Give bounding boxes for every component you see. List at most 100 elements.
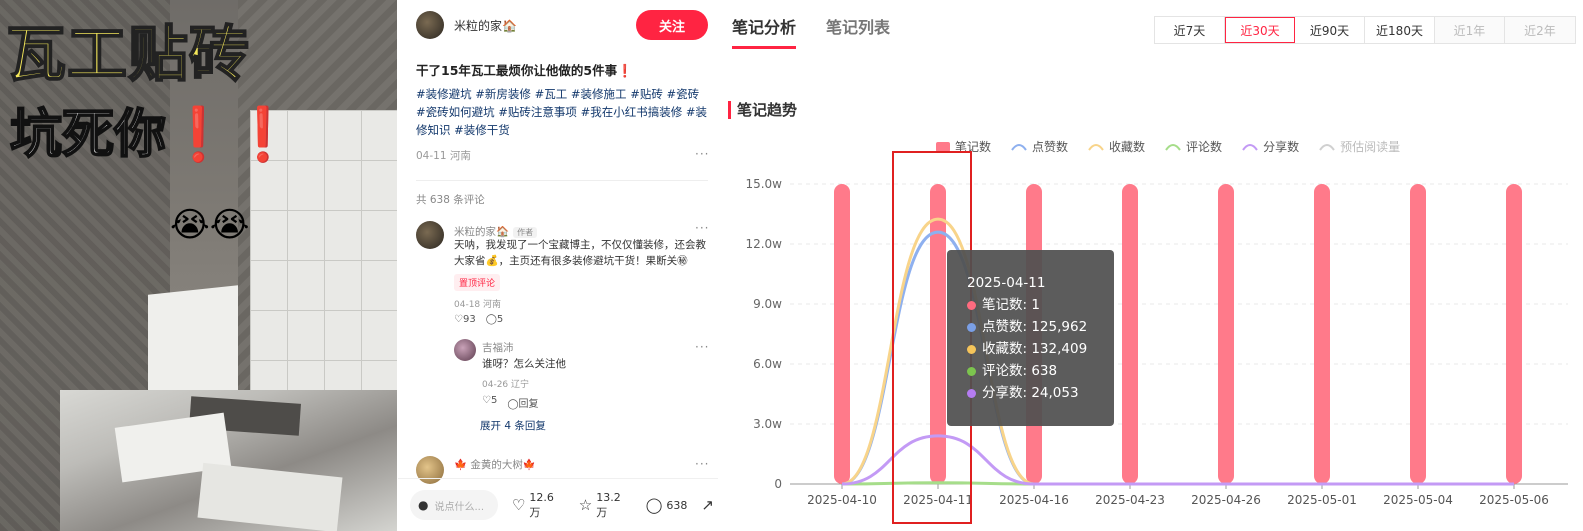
avatar[interactable] — [416, 11, 444, 39]
avatar[interactable] — [416, 221, 444, 249]
comment-reply[interactable]: ◯5 — [486, 314, 504, 325]
hashtag-link[interactable]: #瓷砖 — [666, 87, 699, 101]
tooltip-row: 点赞数: 125,962 — [967, 316, 1114, 338]
reply-button[interactable]: ◯回复 — [507, 395, 538, 410]
pinned-badge: 置顶评论 — [454, 274, 501, 291]
comment-total: 638 — [666, 498, 688, 512]
comment-like[interactable]: ♡93 — [454, 314, 476, 325]
post-meta: 04-11 河南 — [416, 150, 471, 162]
cover-emoji: 😭😭 — [170, 205, 250, 245]
share-button[interactable]: ↗ — [701, 496, 718, 514]
bar — [1506, 184, 1522, 484]
post-tags: #装修避坑 #新房装修 #瓦工 #装修施工 #贴砖 #瓷砖 #瓷砖如何避坑 #贴… — [416, 85, 708, 139]
comment-stat[interactable]: ◯ 638 — [646, 496, 688, 514]
reply-author-name[interactable]: 吉福沛 — [482, 340, 514, 355]
hashtag-link[interactable]: #我在小红书搞装修 — [581, 105, 683, 119]
more-icon[interactable]: ··· — [695, 340, 709, 354]
hashtag-link[interactable]: #贴砖 — [630, 87, 663, 101]
comment-actions: ♡93 ◯5 — [454, 314, 503, 325]
star-icon: ☆ — [578, 496, 593, 514]
avatar[interactable] — [454, 339, 476, 361]
trend-chart: 0 3.0w 6.0w 9.0w 12.0w 15.0w 2025-04-10 2025-04… — [745, 177, 1568, 507]
x-tick-label: 2025-05-06 — [1479, 493, 1549, 507]
cover-title-text: 坑死你 — [9, 104, 167, 166]
reply-like[interactable]: ♡5 — [482, 395, 497, 410]
hashtag-link[interactable]: #瓷砖如何避坑 — [416, 105, 495, 119]
tooltip-date: 2025-04-11 — [967, 275, 1046, 291]
tooltip-dot — [967, 366, 976, 376]
comment-icon: ◯ — [485, 314, 497, 325]
tooltip-row: 评论数: 638 — [967, 360, 1114, 382]
cover-image: 瓦工贴砖 坑死你❗❗ 😭😭 — [0, 0, 397, 531]
x-tick-label: 2025-04-26 — [1191, 493, 1261, 507]
bar — [1410, 184, 1426, 484]
divider — [416, 180, 708, 181]
hashtag-link[interactable]: #装修干货 — [454, 123, 510, 137]
post-title: 干了15年瓦工最烦你让他做的5件事❗ — [416, 63, 633, 78]
like-count: 12.6万 — [529, 490, 554, 519]
reply-meta: 04-26 辽宁 — [482, 380, 530, 390]
author-row[interactable]: 米粒的家🏠 — [416, 11, 517, 39]
tooltip-label: 笔记数: 1 — [982, 297, 1040, 313]
bar — [1218, 184, 1234, 484]
comment-like-count: 93 — [462, 314, 476, 325]
tooltip-label: 分享数: 24,053 — [982, 385, 1079, 401]
hashtag-link[interactable]: #贴砖注意事项 — [498, 105, 577, 119]
comment-count: 共 638 条评论 — [416, 194, 485, 206]
tooltip-dot — [967, 300, 976, 310]
follow-button[interactable]: 关注 — [636, 10, 708, 40]
post-panel: 米粒的家🏠 关注 干了15年瓦工最烦你让他做的5件事❗ #装修避坑 #新房装修 … — [398, 0, 718, 531]
x-tick-label: 2025-04-16 — [999, 493, 1069, 507]
tooltip-dot — [967, 388, 976, 398]
comment-author-name[interactable]: 🍁 金黄的大树🍁 — [454, 457, 536, 472]
tooltip-label: 点赞数: 125,962 — [982, 319, 1088, 335]
y-tick-label: 3.0w — [753, 417, 782, 431]
comment-meta: 04-18 河南 — [454, 300, 502, 310]
tooltip-row: 笔记数: 1 — [967, 294, 1114, 316]
comment-text: 天呐，我发现了一个宝藏博主，不仅仅懂装修，还会教大家省💰，主页还有很多装修避坑干… — [454, 239, 706, 267]
more-icon[interactable]: ··· — [695, 221, 709, 235]
cover-title-line2: 坑死你❗❗ — [9, 92, 297, 167]
x-tick-label: 2025-04-23 — [1095, 493, 1165, 507]
hashtag-link[interactable]: #装修避坑 — [416, 87, 472, 101]
hashtag-link[interactable]: #新房装修 — [475, 87, 531, 101]
reply-text: 谁呀？怎么关注他 — [482, 358, 566, 370]
expand-replies[interactable]: 展开 4 条回复 — [480, 418, 546, 433]
hashtag-link[interactable]: #装修施工 — [571, 87, 627, 101]
analytics-panel: 笔记分析 笔记列表 近7天 近30天 近90天 近180天 近1年 近2年 笔记… — [718, 0, 1583, 531]
more-icon[interactable]: ··· — [695, 457, 709, 471]
share-icon: ↗ — [701, 496, 714, 514]
collect-count: 13.2万 — [596, 490, 621, 519]
tooltip-dot — [967, 322, 976, 332]
comment-icon: ◯ — [507, 399, 519, 410]
user-icon: ● — [418, 498, 429, 512]
tooltip-row: 分享数: 24,053 — [967, 382, 1114, 404]
comment-input[interactable]: ● 说点什么... — [410, 490, 498, 520]
more-icon[interactable]: ··· — [695, 147, 709, 161]
comment-icon: ◯ — [645, 496, 663, 514]
author-name[interactable]: 米粒的家🏠 — [454, 17, 517, 34]
y-tick-label: 9.0w — [753, 297, 782, 311]
bottom-bar: ● 说点什么... ♡ 12.6万 ☆ 13.2万 ◯ 638 ↗ — [398, 478, 718, 531]
heart-icon: ♡ — [511, 496, 526, 514]
heart-icon: ♡ — [482, 395, 491, 406]
collect-stat[interactable]: ☆ 13.2万 — [579, 491, 632, 520]
cover-title-line1: 瓦工贴砖 — [5, 19, 250, 91]
heart-icon: ♡ — [454, 314, 463, 325]
y-tick-label: 6.0w — [753, 357, 782, 371]
y-tick-label: 15.0w — [745, 177, 782, 191]
y-tick-label: 12.0w — [745, 237, 782, 251]
reply-actions: ♡5 ◯回复 — [482, 395, 539, 410]
tooltip-label: 评论数: 638 — [982, 363, 1058, 379]
bar — [834, 184, 850, 484]
tooltip-row: 收藏数: 132,409 — [967, 338, 1114, 360]
bar — [1314, 184, 1330, 484]
x-tick-label: 2025-05-01 — [1287, 493, 1357, 507]
chart-tooltip: 2025-04-11 笔记数: 1 点赞数: 125,962 收藏数: 132,40… — [947, 250, 1114, 426]
comment-input-placeholder: 说点什么... — [434, 501, 485, 513]
hashtag-link[interactable]: #瓦工 — [535, 87, 568, 101]
x-tick-label: 2025-04-10 — [807, 493, 877, 507]
like-stat[interactable]: ♡ 12.6万 — [512, 491, 565, 520]
reply-label: 回复 — [518, 399, 539, 410]
y-tick-label: 0 — [774, 477, 782, 491]
